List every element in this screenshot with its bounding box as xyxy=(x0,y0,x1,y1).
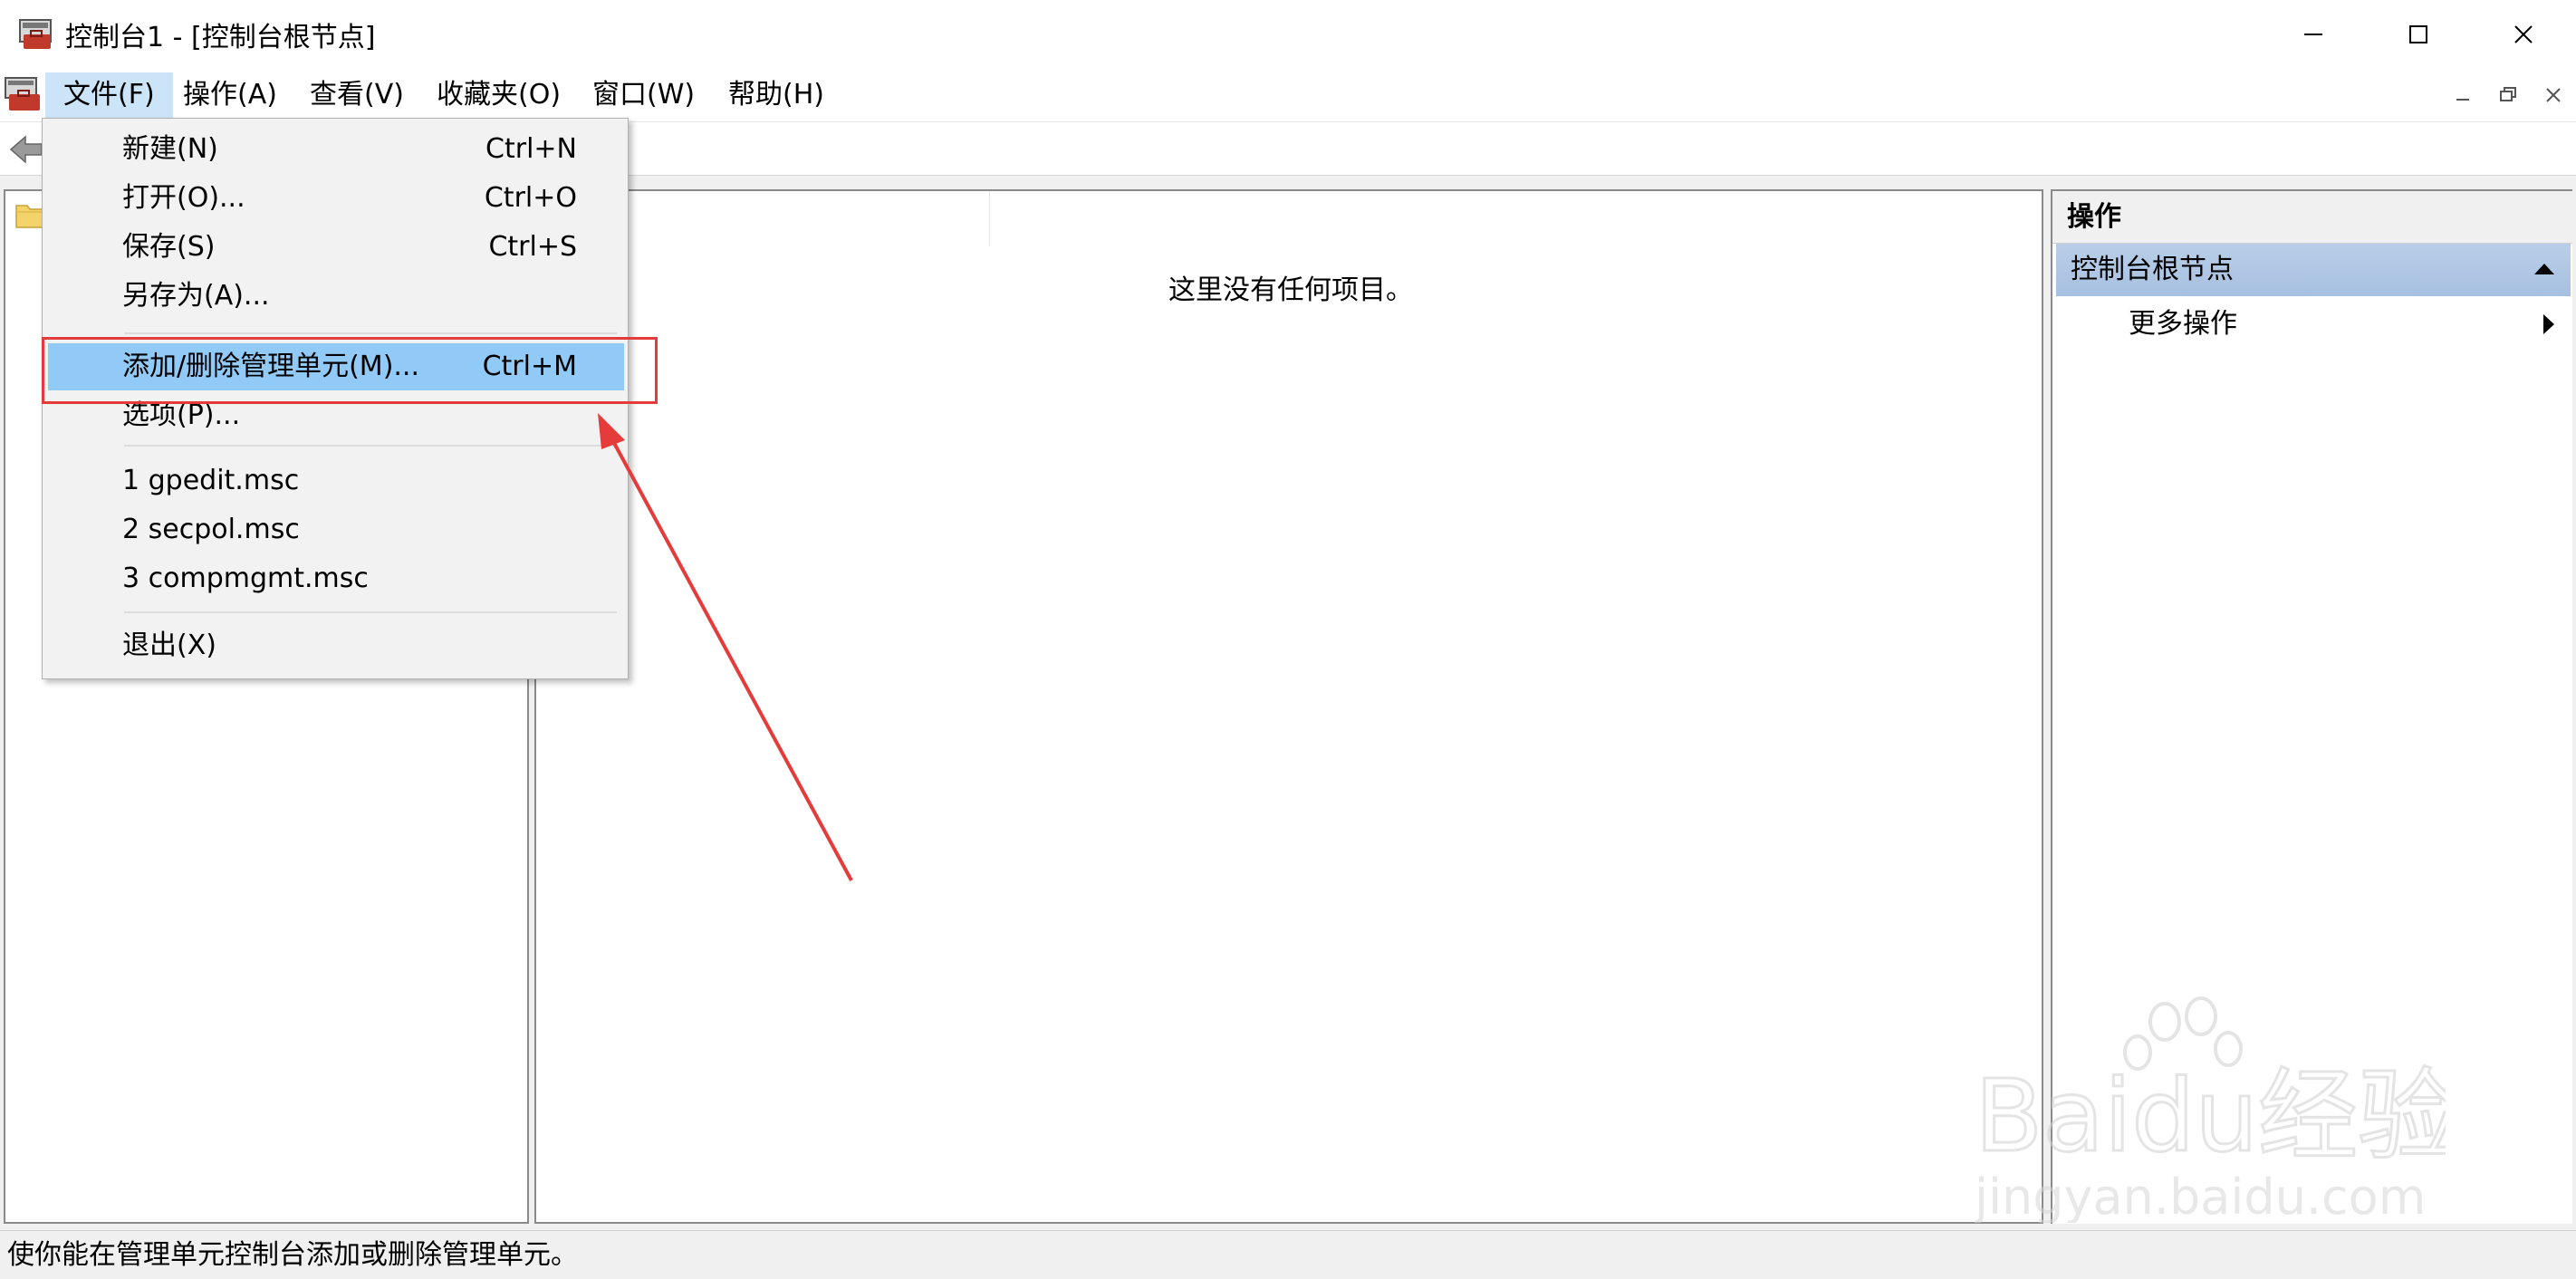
annotation-arrow xyxy=(598,413,853,881)
